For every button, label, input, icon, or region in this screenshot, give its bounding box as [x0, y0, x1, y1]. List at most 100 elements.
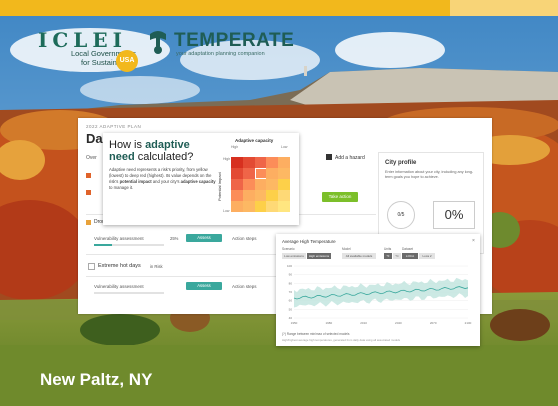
heatmap-title: Adaptive capacity [235, 138, 274, 143]
popup-body: Adaptive need represents a risk's priori… [109, 167, 217, 191]
x-tick-label: 1950 [291, 321, 298, 325]
popup-heading-post: calculated? [134, 151, 194, 163]
add-hazard-button[interactable]: Add a hazard [326, 154, 370, 164]
heatmap-cell [266, 179, 279, 191]
city-profile-description: Enter information about your city, inclu… [385, 170, 474, 179]
vulnerability-progress [94, 292, 164, 294]
heatmap-cell [231, 190, 244, 202]
chart-footer: (?) Range between min/max of selected mo… [282, 332, 350, 336]
heatmap-cell [254, 190, 267, 202]
take-action-button[interactable]: Take action [322, 192, 358, 202]
x-tick-label: 2100 [465, 321, 472, 325]
y-tick-label: 50 [289, 307, 293, 311]
temperate-title: TEMPERATE [174, 30, 295, 51]
popup-body-bold2: adaptive capacity [180, 179, 216, 184]
heatmap-cell [266, 157, 279, 169]
heatmap-cell [278, 179, 291, 191]
model-range-band [294, 277, 468, 308]
city-profile-progress-circle: 0/5 [387, 201, 415, 229]
heatmap-cell [231, 168, 244, 180]
hazard-row-sub: in Risk [150, 264, 163, 269]
heatmap-cell [242, 168, 255, 180]
heatmap-cell [254, 201, 267, 213]
dashboard-eyebrow: 2022 ADAPTIVE PLAN [86, 124, 142, 129]
hazard-icon [86, 173, 91, 178]
model-select[interactable]: All available models [342, 253, 376, 259]
heatmap-cell [242, 179, 255, 191]
adaptive-need-popup: How is adaptive need calculated? Adaptiv… [103, 133, 299, 225]
heatmap-cell [231, 157, 244, 169]
vulnerability-label: Vulnerability assessment [94, 284, 144, 289]
dataset-group-label: Dataset [402, 247, 413, 251]
heatmap-cell [231, 179, 244, 191]
heatmap-cell [242, 201, 255, 213]
assess-button[interactable]: Assess [186, 234, 222, 242]
iclei-logo: ICLEI Local Governments for Sustainabili… [38, 28, 138, 72]
y-tick-label: 80 [289, 281, 293, 285]
heatmap-cell [231, 201, 244, 213]
heatmap-cell [278, 201, 291, 213]
close-icon[interactable]: × [472, 238, 475, 244]
overview-label: Over [86, 155, 97, 161]
heatmap-x-high: High [231, 145, 239, 149]
vulnerability-label: Vulnerability assessment [94, 236, 144, 241]
popup-body-post: to manage it. [109, 185, 134, 190]
vulnerability-progress [94, 244, 164, 246]
heatmap-cell [254, 157, 267, 169]
heatmap-y-low: Low [223, 209, 230, 213]
heatmap-cell [242, 157, 255, 169]
drought-icon [86, 220, 91, 225]
heatmap-y-axis-label: Potential Impact [217, 172, 222, 201]
location-caption: New Paltz, NY [40, 370, 153, 389]
thermometer-icon [150, 31, 166, 54]
dataset-loca2[interactable]: Loca 2 [419, 253, 435, 259]
hazard-row-label[interactable]: Extreme hot days [98, 263, 141, 269]
plus-icon [326, 154, 332, 160]
heatmap-cell [266, 201, 279, 213]
heatmap-cell [266, 168, 279, 180]
climate-chart-modal: Average High Temperature × Scenario Low … [276, 234, 480, 346]
city-profile-title: City profile [385, 160, 417, 166]
popup-heading-pre: How is [109, 139, 146, 151]
dataset-loca[interactable]: LOCA [402, 253, 418, 259]
heatmap-y-high: High [223, 157, 231, 161]
action-steps-label: Action steps [232, 284, 257, 289]
units-celsius[interactable]: °C [393, 253, 401, 259]
city-profile-percent: 0% [433, 201, 475, 229]
x-tick-label: 2070 [430, 321, 437, 325]
heatmap-cell [266, 190, 279, 202]
modal-title: Average High Temperature [282, 239, 336, 244]
model-group-label: Model [342, 247, 351, 251]
heatmap-cell [254, 168, 267, 180]
hazard-icon [86, 190, 91, 195]
temperate-tagline: your adaptation planning companion [176, 51, 265, 57]
adaptive-need-heatmap [231, 157, 291, 213]
top-accent-bar [0, 0, 558, 16]
y-tick-label: 70 [289, 290, 293, 294]
scenario-low-emissions[interactable]: Low emissions [282, 253, 306, 259]
add-hazard-label: Add a hazard [335, 155, 365, 161]
vulnerability-percent: 25% [170, 236, 179, 241]
heatmap-x-low: Low [281, 145, 288, 149]
heatmap-cell [278, 190, 291, 202]
usa-badge: USA [116, 50, 138, 72]
action-steps-label: Action steps [232, 236, 257, 241]
temperature-chart: 100 90 80 70 60 50 401950 1980 2010 2040 2070 2100 [287, 264, 472, 325]
y-tick-label: 40 [289, 316, 293, 320]
assess-button[interactable]: Assess [186, 282, 222, 290]
y-tick-label: 90 [289, 273, 293, 277]
popup-heading: How is adaptive need calculated? [109, 139, 199, 163]
heatmap-cell [242, 190, 255, 202]
heatmap-cell [278, 168, 291, 180]
heatmap-cell [278, 157, 291, 169]
popup-body-bold1: potential impact [119, 179, 152, 184]
x-tick-label: 2010 [360, 321, 367, 325]
scenario-high-emissions[interactable]: High emissions [307, 253, 331, 259]
popup-body-mid: and your city's [151, 179, 181, 184]
row-checkbox[interactable] [88, 263, 95, 270]
chart-footer-note: High/highest average high temperatures, … [282, 338, 401, 342]
units-fahrenheit[interactable]: °F [384, 253, 392, 259]
y-tick-label: 60 [289, 299, 293, 303]
y-tick-label: 100 [287, 264, 292, 268]
top-bar-dark [0, 0, 450, 16]
